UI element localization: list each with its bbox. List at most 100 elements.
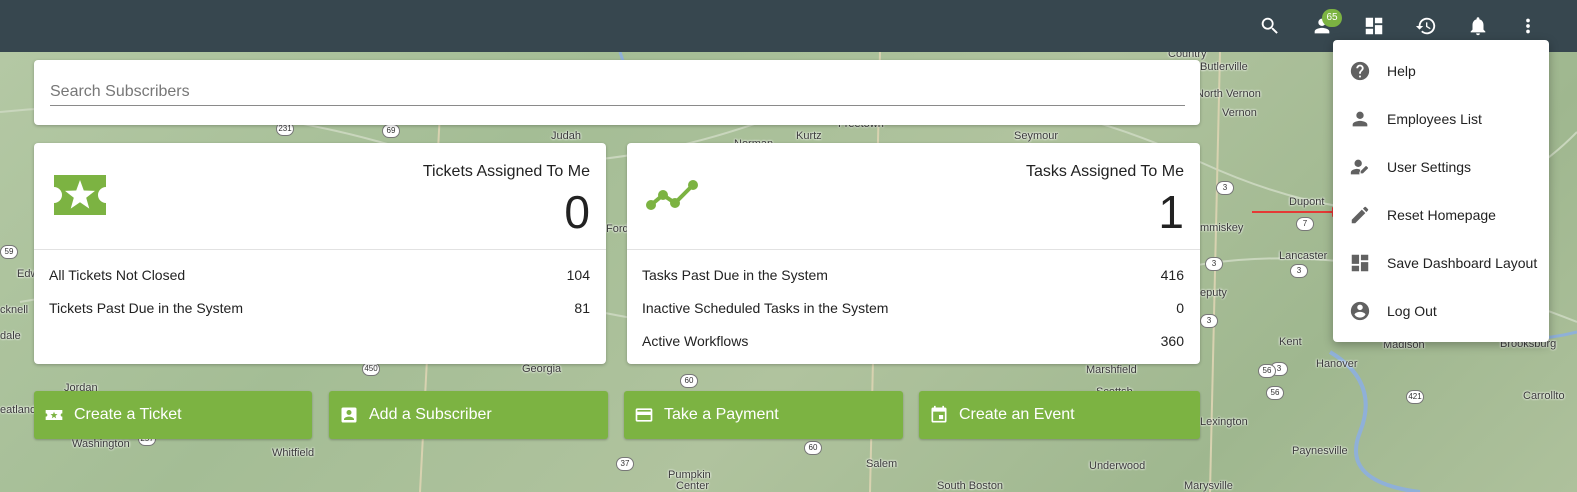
route-shield: 60 xyxy=(680,374,698,388)
map-label: Lancaster xyxy=(1279,250,1328,262)
history-icon[interactable] xyxy=(1408,8,1444,44)
tasks-card-title: Tasks Assigned To Me xyxy=(1025,163,1184,180)
map-label: Kurtz xyxy=(796,130,822,142)
map-label: dale xyxy=(0,330,21,342)
account-circle-icon xyxy=(1349,300,1371,322)
map-label: Marysville xyxy=(1184,480,1233,492)
route-shield: 3 xyxy=(1205,257,1223,271)
route-shield: 37 xyxy=(616,457,634,471)
menu-item-save-dashboard-layout[interactable]: Save Dashboard Layout xyxy=(1333,239,1549,287)
map-label: Judah xyxy=(551,130,581,142)
menu-item-user-settings[interactable]: User Settings xyxy=(1333,143,1549,191)
menu-item-label: User Settings xyxy=(1387,159,1472,175)
employees-person-icon[interactable]: 65 xyxy=(1304,8,1342,44)
menu-item-reset-homepage[interactable]: Reset Homepage xyxy=(1333,191,1549,239)
stat-row-tickets-past-due[interactable]: Tickets Past Due in the System 81 xyxy=(49,292,590,325)
tickets-assigned-card: Tickets Assigned To Me 0 All Tickets Not… xyxy=(34,143,606,364)
user-menu-dropdown: Help Employees List User Settings Reset … xyxy=(1333,40,1549,342)
user-edit-icon xyxy=(1349,156,1371,178)
tickets-assigned-count: 0 xyxy=(564,186,590,238)
route-shield: 56 xyxy=(1258,364,1276,378)
stat-row-value: 81 xyxy=(574,300,590,316)
route-shield: 7 xyxy=(1296,217,1314,231)
event-icon xyxy=(929,405,949,425)
tasks-card-header: Tasks Assigned To Me 1 xyxy=(627,143,1200,250)
timeline-icon xyxy=(643,169,703,223)
credit-card-icon xyxy=(634,405,654,425)
stat-row-label: Tasks Past Due in the System xyxy=(642,267,828,283)
add-subscriber-button[interactable]: Add a Subscriber xyxy=(329,391,608,439)
stat-row-tasks-past-due[interactable]: Tasks Past Due in the System 416 xyxy=(642,259,1184,292)
search-card xyxy=(34,60,1200,125)
contact-icon xyxy=(339,405,359,425)
stat-row-active-workflows[interactable]: Active Workflows 360 xyxy=(642,325,1184,358)
map-label: Country xyxy=(1168,52,1207,60)
map-label: Center xyxy=(676,480,710,492)
menu-item-label: Save Dashboard Layout xyxy=(1387,255,1538,271)
create-ticket-label: Create a Ticket xyxy=(74,406,182,423)
dashboard-icon[interactable] xyxy=(1356,8,1392,44)
employee-count-badge: 65 xyxy=(1322,9,1342,27)
stat-row-all-tickets-not-closed[interactable]: All Tickets Not Closed 104 xyxy=(49,259,590,292)
map-label: Marshfield xyxy=(1086,364,1137,376)
stat-row-value: 416 xyxy=(1160,267,1184,283)
stat-row-value: 104 xyxy=(566,267,590,283)
map-label: Carrollto xyxy=(1523,390,1565,402)
menu-item-employees-list[interactable]: Employees List xyxy=(1333,95,1549,143)
take-payment-button[interactable]: Take a Payment xyxy=(624,391,903,439)
route-shield: 450 xyxy=(362,362,380,376)
map-label: Salem xyxy=(866,458,898,470)
route-shield: 60 xyxy=(804,441,822,455)
create-event-label: Create an Event xyxy=(959,406,1075,423)
route-shield: 3 xyxy=(1216,181,1234,195)
tasks-stat-list: Tasks Past Due in the System 416 Inactiv… xyxy=(642,259,1184,358)
map-label: mmiskey xyxy=(1200,222,1244,234)
map-label: Kent xyxy=(1279,336,1302,348)
map-label: Washington xyxy=(72,438,130,450)
stat-row-value: 0 xyxy=(1176,300,1184,316)
stat-row-inactive-scheduled-tasks[interactable]: Inactive Scheduled Tasks in the System 0 xyxy=(642,292,1184,325)
menu-item-label: Log Out xyxy=(1387,303,1437,319)
map-label: Underwood xyxy=(1089,460,1146,472)
ticket-icon xyxy=(44,405,64,425)
tickets-card-header: Tickets Assigned To Me 0 xyxy=(34,143,606,250)
map-label: Seymour xyxy=(1014,130,1059,142)
map-label: eatland xyxy=(0,404,37,416)
more-vert-icon[interactable] xyxy=(1510,8,1546,44)
map-label: Paynesville xyxy=(1292,445,1348,457)
create-event-button[interactable]: Create an Event xyxy=(919,391,1200,439)
route-shield: 421 xyxy=(1406,390,1424,404)
route-shield: 3 xyxy=(1200,314,1218,328)
add-subscriber-label: Add a Subscriber xyxy=(369,406,492,423)
menu-item-help[interactable]: Help xyxy=(1333,47,1549,95)
menu-item-label: Help xyxy=(1387,63,1416,79)
map-label: South Boston xyxy=(937,480,1004,492)
map-label: Lexington xyxy=(1200,416,1248,428)
create-ticket-button[interactable]: Create a Ticket xyxy=(34,391,312,439)
bell-icon[interactable] xyxy=(1460,8,1496,44)
search-subscribers-input[interactable] xyxy=(50,78,1185,106)
map-label: Butlerville xyxy=(1200,61,1248,73)
person-icon xyxy=(1349,108,1371,130)
dashboard-icon xyxy=(1349,252,1371,274)
map-label: North Vernon xyxy=(1196,88,1261,100)
map-label: cknell xyxy=(0,304,29,316)
menu-item-label: Reset Homepage xyxy=(1387,207,1496,223)
take-payment-label: Take a Payment xyxy=(664,406,779,423)
search-icon[interactable] xyxy=(1252,8,1288,44)
menu-item-log-out[interactable]: Log Out xyxy=(1333,287,1549,335)
map-label: Georgia xyxy=(522,363,562,375)
stat-row-label: Active Workflows xyxy=(642,333,749,349)
map-label: eputy xyxy=(1200,287,1227,299)
help-icon xyxy=(1349,60,1371,82)
red-arrow-annotation xyxy=(1252,207,1342,217)
stat-row-label: Tickets Past Due in the System xyxy=(49,300,243,316)
menu-item-label: Employees List xyxy=(1387,111,1482,127)
tasks-assigned-card: Tasks Assigned To Me 1 Tasks Past Due in… xyxy=(627,143,1200,364)
pencil-icon xyxy=(1349,204,1371,226)
ticket-star-icon xyxy=(50,169,110,223)
route-shield: 69 xyxy=(382,124,400,138)
route-shield: 56 xyxy=(1266,386,1284,400)
stat-row-label: Inactive Scheduled Tasks in the System xyxy=(642,300,889,316)
route-shield: 59 xyxy=(0,245,18,259)
